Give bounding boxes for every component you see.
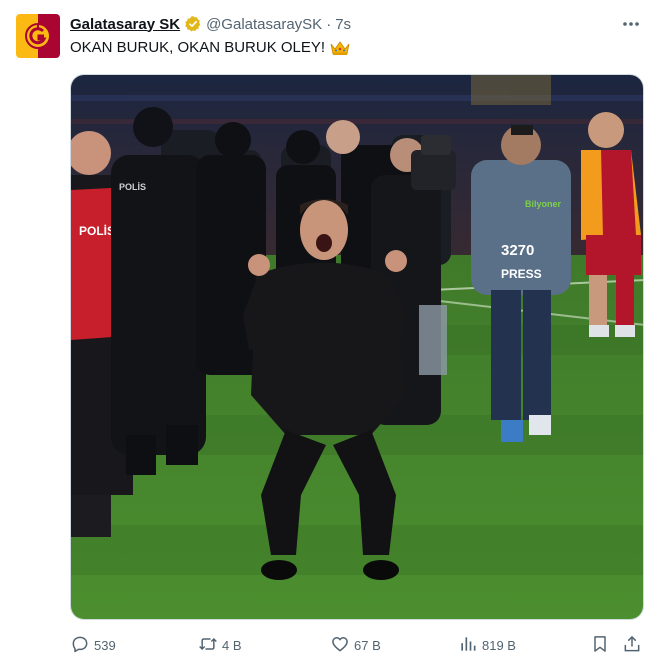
tweet-text: OKAN BURUK, OKAN BURUK OLEY!: [70, 39, 350, 56]
tweet-card: Galatasaray SK @GalatasaraySK · 7s OKAN …: [0, 0, 660, 667]
celebration-photo: POLİS POLİS 3270 PRESS Bilyoner: [71, 75, 643, 619]
reply-count: 539: [94, 637, 116, 653]
tweet-header: Galatasaray SK @GalatasaraySK · 7s: [70, 14, 351, 34]
timestamp[interactable]: 7s: [335, 16, 351, 33]
police-jacket-text: POLİS: [119, 182, 146, 192]
like-button[interactable]: 67 B: [330, 630, 381, 660]
retweet-button[interactable]: 4 B: [198, 630, 242, 660]
crown-icon: [330, 40, 350, 56]
handle[interactable]: @GalatasaraySK: [206, 16, 322, 33]
verified-badge-icon[interactable]: [184, 15, 202, 33]
more-options-icon[interactable]: [620, 14, 642, 34]
bookmark-icon: [590, 634, 610, 657]
retweet-count: 4 B: [222, 637, 242, 653]
view-count: 819 B: [482, 637, 516, 653]
heart-icon: [330, 634, 350, 657]
reply-icon: [70, 634, 90, 657]
tweet-actions: 539 4 B 67 B 819 B: [70, 630, 644, 660]
share-icon: [622, 634, 642, 657]
tweet-photo[interactable]: POLİS POLİS 3270 PRESS Bilyoner: [70, 74, 644, 620]
avatar[interactable]: [16, 14, 60, 58]
tweet-text-content: OKAN BURUK, OKAN BURUK OLEY!: [70, 39, 326, 56]
vest-logo-text: Bilyoner: [525, 199, 562, 209]
views-button[interactable]: 819 B: [458, 630, 516, 660]
bookmark-button[interactable]: [590, 630, 610, 660]
share-button[interactable]: [622, 630, 642, 660]
vest-number-text: 3270: [501, 242, 534, 259]
galatasaray-logo-icon: [16, 14, 60, 58]
police-back-text: POLİS: [79, 223, 115, 238]
vest-label-text: PRESS: [501, 267, 542, 281]
reply-button[interactable]: 539: [70, 630, 116, 660]
retweet-icon: [198, 634, 218, 657]
separator-dot: ·: [326, 15, 332, 33]
views-chart-icon: [458, 634, 478, 657]
display-name[interactable]: Galatasaray SK: [70, 16, 180, 33]
like-count: 67 B: [354, 637, 381, 653]
